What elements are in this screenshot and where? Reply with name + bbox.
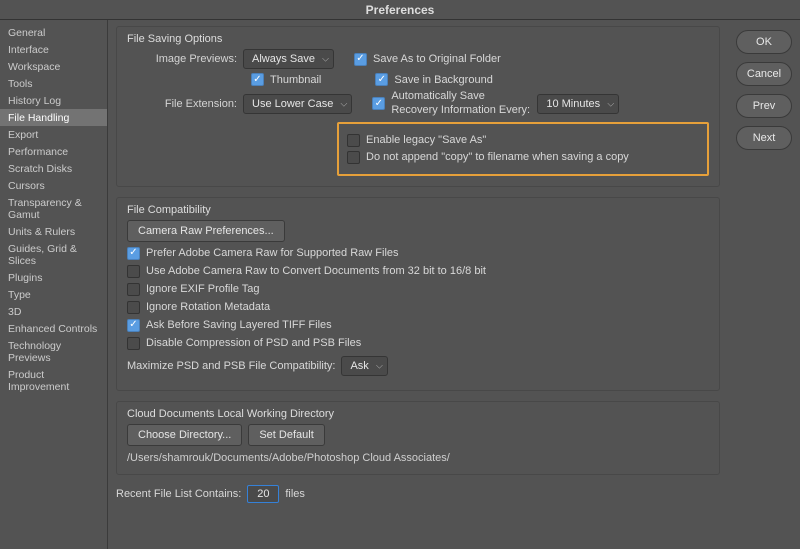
label-prefer-raw: Prefer Adobe Camera Raw for Supported Ra…	[146, 247, 399, 259]
label-maximize-compat: Maximize PSD and PSB File Compatibility:	[127, 360, 335, 372]
select-file-extension[interactable]: Use Lower Case ⌵	[243, 94, 352, 114]
checkbox-legacy-save-as[interactable]	[347, 134, 360, 147]
checkbox-thumbnail[interactable]	[251, 73, 264, 86]
sidebar-item-workspace[interactable]: Workspace	[0, 58, 107, 75]
chevron-down-icon: ⌵	[341, 98, 348, 109]
checkbox-save-background[interactable]	[375, 73, 388, 86]
sidebar-item-3d[interactable]: 3D	[0, 303, 107, 320]
group-title-cloud-docs: Cloud Documents Local Working Directory	[123, 408, 709, 420]
dialog-buttons: OK Cancel Prev Next	[728, 20, 800, 549]
button-camera-raw-prefs[interactable]: Camera Raw Preferences...	[127, 220, 285, 242]
group-title-file-saving: File Saving Options	[123, 33, 709, 45]
sidebar-item-performance[interactable]: Performance	[0, 143, 107, 160]
sidebar-item-file-handling[interactable]: File Handling	[0, 109, 107, 126]
ok-button[interactable]: OK	[736, 30, 792, 54]
select-auto-save-interval[interactable]: 10 Minutes ⌵	[537, 94, 619, 114]
sidebar-item-general[interactable]: General	[0, 24, 107, 41]
label-ignore-rotation: Ignore Rotation Metadata	[146, 301, 270, 313]
label-file-extension: File Extension:	[127, 98, 237, 110]
window-title: Preferences	[0, 0, 800, 20]
chevron-down-icon: ⌵	[607, 98, 614, 109]
prev-button[interactable]: Prev	[736, 94, 792, 118]
label-recent-files-post: files	[285, 488, 305, 500]
checkbox-ignore-exif[interactable]	[127, 283, 140, 296]
cloud-path-text: /Users/shamrouk/Documents/Adobe/Photosho…	[127, 452, 709, 464]
sidebar-item-transparency-gamut[interactable]: Transparency & Gamut	[0, 194, 107, 223]
group-file-saving: File Saving Options Image Previews: Alwa…	[116, 26, 720, 187]
checkbox-disable-compression[interactable]	[127, 337, 140, 350]
label-auto-save: Automatically Save Recovery Information …	[391, 90, 531, 118]
select-image-previews[interactable]: Always Save ⌵	[243, 49, 334, 69]
checkbox-ignore-rotation[interactable]	[127, 301, 140, 314]
sidebar-item-type[interactable]: Type	[0, 286, 107, 303]
label-ignore-exif: Ignore EXIF Profile Tag	[146, 283, 260, 295]
label-save-background: Save in Background	[394, 74, 492, 86]
button-set-default[interactable]: Set Default	[248, 424, 324, 446]
sidebar-item-units-rulers[interactable]: Units & Rulers	[0, 223, 107, 240]
button-choose-directory[interactable]: Choose Directory...	[127, 424, 242, 446]
sidebar-item-technology-previews[interactable]: Technology Previews	[0, 337, 107, 366]
checkbox-no-append-copy[interactable]	[347, 151, 360, 164]
label-convert-32: Use Adobe Camera Raw to Convert Document…	[146, 265, 486, 277]
label-recent-files-pre: Recent File List Contains:	[116, 488, 241, 500]
label-image-previews: Image Previews:	[127, 53, 237, 65]
label-no-append-copy: Do not append "copy" to filename when sa…	[366, 151, 629, 163]
sidebar-item-guides-grid-slices[interactable]: Guides, Grid & Slices	[0, 240, 107, 269]
group-cloud-docs: Cloud Documents Local Working Directory …	[116, 401, 720, 475]
input-recent-file-count[interactable]	[247, 485, 279, 503]
chevron-down-icon: ⌵	[376, 360, 383, 371]
chevron-down-icon: ⌵	[322, 54, 329, 65]
label-thumbnail: Thumbnail	[270, 74, 321, 86]
sidebar-item-plugins[interactable]: Plugins	[0, 269, 107, 286]
next-button[interactable]: Next	[736, 126, 792, 150]
main-layout: GeneralInterfaceWorkspaceToolsHistory Lo…	[0, 20, 800, 549]
sidebar-item-export[interactable]: Export	[0, 126, 107, 143]
sidebar-item-cursors[interactable]: Cursors	[0, 177, 107, 194]
label-save-original-folder: Save As to Original Folder	[373, 53, 501, 65]
sidebar-item-history-log[interactable]: History Log	[0, 92, 107, 109]
highlight-legacy-options: Enable legacy "Save As" Do not append "c…	[337, 122, 709, 176]
checkbox-prefer-raw[interactable]	[127, 247, 140, 260]
sidebar-item-product-improvement[interactable]: Product Improvement	[0, 366, 107, 395]
checkbox-ask-tiff[interactable]	[127, 319, 140, 332]
content-pane: File Saving Options Image Previews: Alwa…	[108, 20, 728, 549]
cancel-button[interactable]: Cancel	[736, 62, 792, 86]
group-title-file-compat: File Compatibility	[123, 204, 709, 216]
sidebar-item-tools[interactable]: Tools	[0, 75, 107, 92]
checkbox-convert-32[interactable]	[127, 265, 140, 278]
checkbox-auto-save[interactable]	[372, 97, 385, 110]
sidebar-item-enhanced-controls[interactable]: Enhanced Controls	[0, 320, 107, 337]
sidebar: GeneralInterfaceWorkspaceToolsHistory Lo…	[0, 20, 108, 549]
label-disable-compression: Disable Compression of PSD and PSB Files	[146, 337, 361, 349]
select-maximize-compat[interactable]: Ask ⌵	[341, 356, 387, 376]
label-ask-tiff: Ask Before Saving Layered TIFF Files	[146, 319, 332, 331]
sidebar-item-interface[interactable]: Interface	[0, 41, 107, 58]
label-legacy-save-as: Enable legacy "Save As"	[366, 134, 486, 146]
sidebar-item-scratch-disks[interactable]: Scratch Disks	[0, 160, 107, 177]
group-file-compat: File Compatibility Camera Raw Preference…	[116, 197, 720, 391]
checkbox-save-original-folder[interactable]	[354, 53, 367, 66]
